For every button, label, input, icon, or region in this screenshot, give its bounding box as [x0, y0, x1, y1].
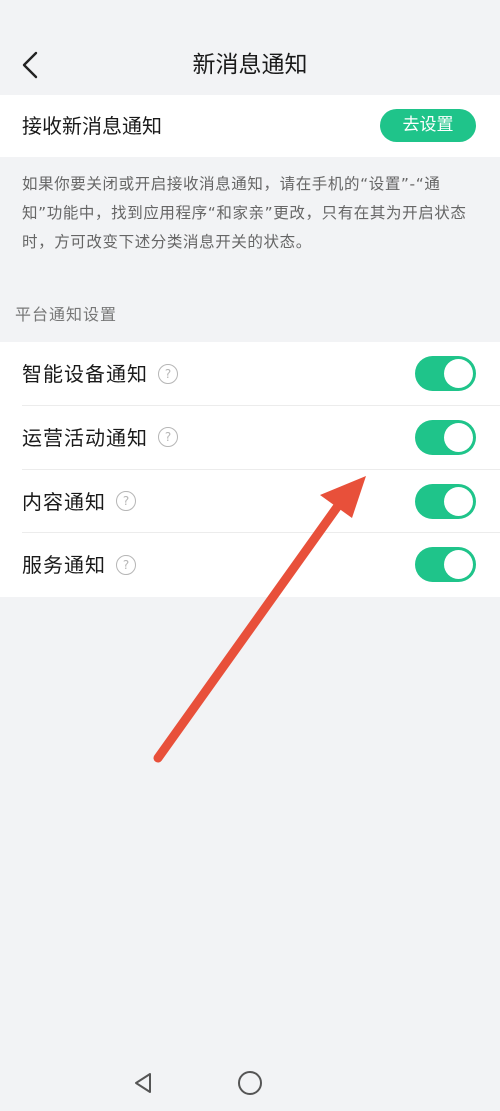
smart-device-notification-toggle[interactable]: [415, 356, 476, 391]
question-circle-icon[interactable]: ?: [116, 554, 136, 575]
receive-notification-row: 接收新消息通知 去设置: [0, 95, 500, 157]
toggle-knob: [444, 422, 473, 452]
go-settings-button[interactable]: 去设置: [380, 109, 476, 142]
content-notification-toggle[interactable]: [415, 483, 476, 519]
operation-activity-notification-label: 运营活动通知: [22, 425, 148, 450]
list-item-operation-activity: 运营活动通知?: [0, 406, 500, 470]
platform-section-title: 平台通知设置: [15, 305, 118, 324]
toggle-knob: [444, 550, 473, 580]
operation-activity-notification-toggle[interactable]: [415, 419, 476, 455]
circle-home-icon[interactable]: [238, 1071, 262, 1095]
smart-device-notification-label: 智能设备通知: [22, 362, 148, 386]
header-bar: 新消息通知: [0, 0, 500, 95]
service-notification-toggle[interactable]: [415, 547, 476, 583]
question-circle-icon[interactable]: ?: [158, 363, 178, 384]
toggle-knob: [444, 486, 473, 516]
question-circle-icon[interactable]: ?: [158, 427, 178, 448]
list-item-service: 服务通知?: [0, 533, 500, 597]
triangle-back-icon: [135, 1073, 151, 1093]
list-item-smart-device: 智能设备通知?: [0, 342, 500, 406]
list-item-content: 内容通知?: [0, 470, 500, 534]
toggle-knob: [444, 359, 473, 388]
receive-notification-label: 接收新消息通知: [22, 114, 162, 138]
notification-hint-text: 如果你要关闭或开启接收消息通知，请在手机的“设置”-“通知”功能中，找到应用程序…: [22, 175, 467, 251]
page-title: 新消息通知: [192, 52, 308, 78]
nav-back-button[interactable]: [130, 1070, 156, 1096]
content-notification-label: 内容通知: [22, 489, 106, 514]
platform-notification-list: 智能设备通知? 运营活动通知? 内容通知? 服务通知?: [0, 342, 500, 597]
question-circle-icon[interactable]: ?: [116, 491, 136, 511]
service-notification-label: 服务通知: [22, 553, 106, 578]
